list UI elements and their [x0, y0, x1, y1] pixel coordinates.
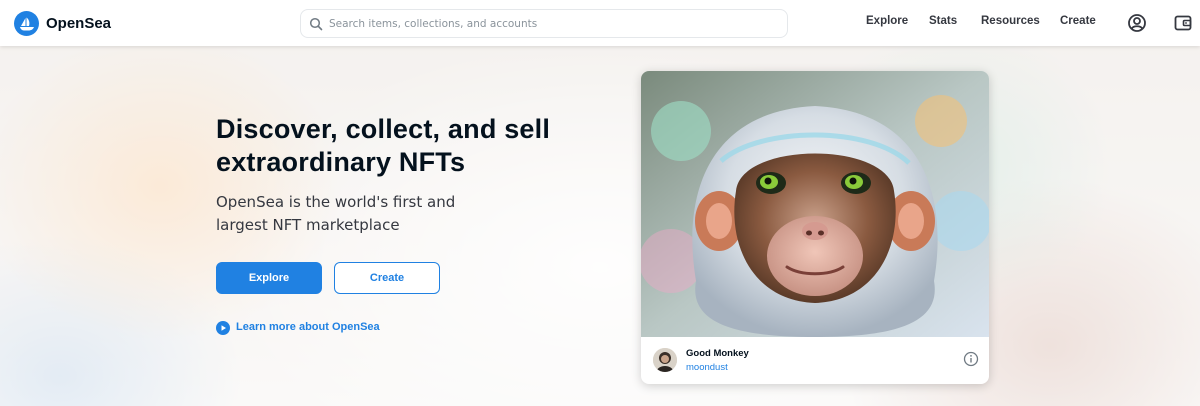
nav-explore[interactable]: Explore: [866, 15, 908, 27]
account-icon[interactable]: [1127, 13, 1147, 33]
nft-name: Good Monkey: [686, 348, 749, 359]
search-bar[interactable]: [300, 9, 788, 38]
search-input[interactable]: [329, 17, 769, 30]
create-button[interactable]: Create: [334, 262, 440, 294]
explore-button[interactable]: Explore: [216, 262, 322, 294]
creator-link[interactable]: moondust: [686, 362, 728, 373]
learn-more-label: Learn more about OpenSea: [236, 321, 380, 333]
brand-logo[interactable]: OpenSea: [14, 11, 111, 36]
top-nav-bar: OpenSea Explore Stats Resources Create: [0, 0, 1200, 46]
opensea-logo-icon: [14, 11, 39, 36]
hero-background: [0, 46, 1200, 406]
hero-subtitle: OpenSea is the world's first and largest…: [216, 193, 456, 234]
wallet-icon[interactable]: [1173, 13, 1193, 33]
nav-stats[interactable]: Stats: [929, 15, 957, 27]
featured-nft-image[interactable]: [641, 71, 989, 337]
nav-resources[interactable]: Resources: [981, 15, 1040, 27]
featured-nft-footer: Good Monkey moondust: [641, 337, 989, 384]
brand-name: OpenSea: [46, 15, 112, 32]
play-circle-icon: [216, 320, 230, 335]
learn-more-link[interactable]: Learn more about OpenSea: [216, 320, 380, 335]
nav-create[interactable]: Create: [1060, 15, 1096, 27]
search-icon: [309, 17, 323, 31]
info-icon[interactable]: [963, 351, 979, 367]
featured-nft-card[interactable]: Good Monkey moondust: [641, 71, 989, 384]
creator-avatar[interactable]: [653, 348, 677, 372]
hero-title: Discover, collect, and sell extraordinar…: [216, 114, 551, 177]
